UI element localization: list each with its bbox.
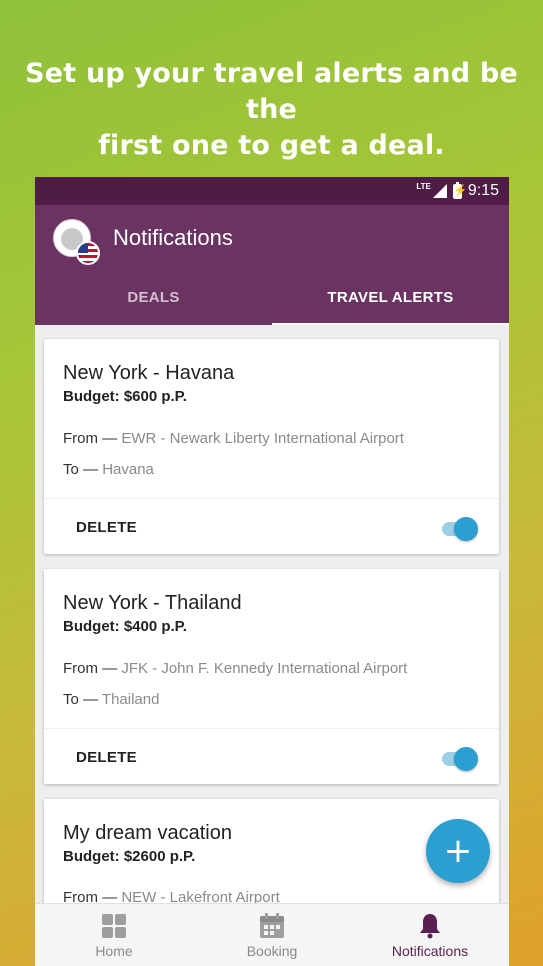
calendar-icon (260, 913, 284, 938)
status-time: 9:15 (467, 182, 499, 199)
bottom-navigation: Home Booking Notifications (35, 903, 509, 966)
alert-budget: Budget: $600 p.P. (63, 388, 187, 405)
phone-screen: LTE ⚡ 9:15 Notifications DEALS TRAVEL AL… (35, 177, 509, 966)
card-divider (44, 498, 499, 499)
alert-title: New York - Thailand (63, 592, 242, 614)
page-title: Notifications (113, 225, 233, 250)
to-value: Thailand (101, 691, 160, 708)
alert-toggle[interactable] (442, 517, 478, 541)
from-label: From — (63, 430, 118, 447)
alert-title: My dream vacation (63, 822, 232, 844)
headline-line-1: Set up your travel alerts and be the (25, 58, 518, 125)
network-type: LTE (416, 181, 431, 191)
app-bar: Notifications DEALS TRAVEL ALERTS (35, 205, 509, 325)
from-value: JFK - John F. Kennedy International Airp… (121, 660, 408, 677)
us-flag-icon (76, 241, 100, 265)
nav-booking[interactable]: Booking (193, 904, 351, 966)
signal-icon (432, 184, 447, 198)
to-label: To — (63, 461, 99, 478)
nav-notifications[interactable]: Notifications (351, 904, 509, 966)
from-value: EWR - Newark Liberty International Airpo… (121, 430, 404, 447)
tab-travel-alerts[interactable]: TRAVEL ALERTS (272, 289, 509, 325)
bell-icon (420, 914, 440, 939)
alert-card[interactable]: New York - Thailand Budget: $400 p.P. Fr… (44, 569, 499, 784)
add-alert-button[interactable]: + (426, 819, 490, 883)
headline-line-2: first one to get a deal. (98, 130, 445, 161)
grid-icon (102, 914, 126, 938)
alert-from: From — JFK - John F. Kennedy Internation… (63, 660, 407, 678)
delete-button[interactable]: DELETE (76, 749, 137, 766)
toggle-thumb (454, 747, 478, 771)
alert-budget: Budget: $400 p.P. (63, 618, 187, 635)
status-bar: LTE ⚡ 9:15 (35, 177, 509, 205)
nav-notifications-label: Notifications (391, 943, 469, 959)
nav-home[interactable]: Home (35, 904, 193, 966)
toggle-thumb (454, 517, 478, 541)
alert-toggle[interactable] (442, 747, 478, 771)
delete-button[interactable]: DELETE (76, 519, 137, 536)
alert-from: From — EWR - Newark Liberty Internationa… (63, 430, 404, 448)
from-label: From — (63, 660, 118, 677)
nav-booking-label: Booking (246, 943, 298, 959)
alert-to: To — Havana (63, 461, 154, 479)
active-tab-indicator (272, 323, 509, 325)
alert-to: To — Thailand (63, 691, 159, 709)
alert-card[interactable]: New York - Havana Budget: $600 p.P. From… (44, 339, 499, 554)
alert-budget: Budget: $2600 p.P. (63, 848, 196, 865)
nav-home-label: Home (95, 943, 133, 959)
to-label: To — (63, 691, 99, 708)
tab-deals[interactable]: DEALS (35, 289, 272, 325)
card-divider (44, 728, 499, 729)
plus-icon: + (443, 831, 473, 871)
battery-charging-icon: ⚡ (452, 181, 468, 199)
promo-headline: Set up your travel alerts and be the fir… (0, 56, 543, 164)
to-value: Havana (102, 461, 154, 478)
alert-title: New York - Havana (63, 362, 235, 384)
